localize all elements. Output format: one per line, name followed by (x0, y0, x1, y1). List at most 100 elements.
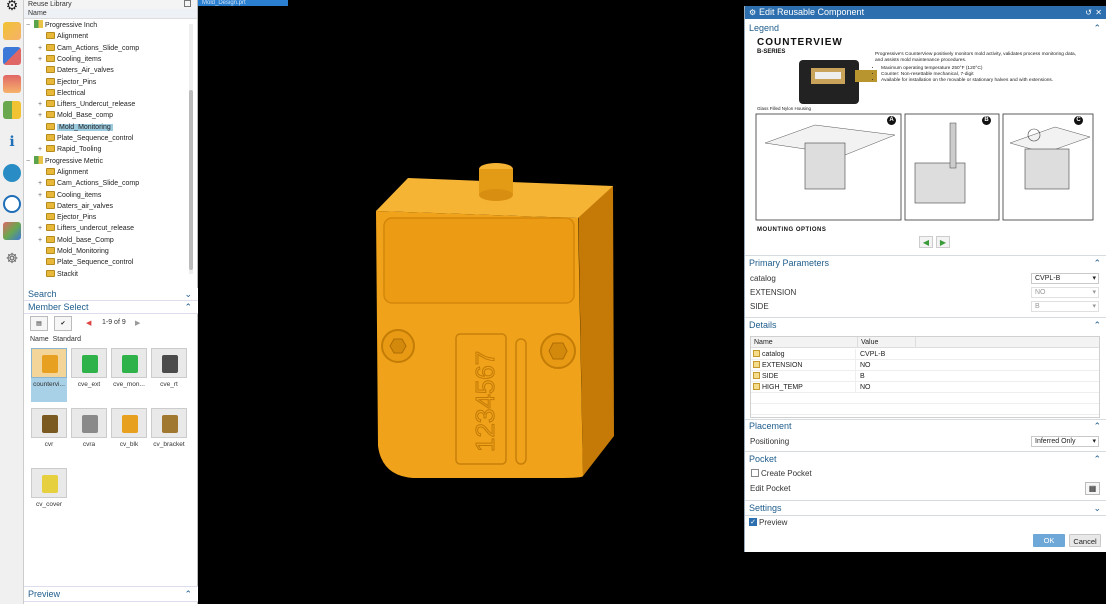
legend-section-header[interactable]: Legend ⌃ (749, 22, 1103, 34)
dropdown-arrow-icon[interactable]: ▾ (1092, 437, 1096, 447)
search-section-header[interactable]: Search ⌄ (24, 288, 198, 301)
expand-toggle-icon[interactable]: − (26, 20, 34, 31)
web-browser-icon[interactable]: ℹ (3, 132, 21, 150)
preview-section-header[interactable]: Preview ⌃ (24, 586, 198, 602)
tree-item[interactable]: Daters_air_valves (38, 201, 113, 212)
library-scrollbar[interactable] (189, 24, 193, 274)
chevron-up-icon[interactable]: ⌃ (184, 301, 192, 314)
member-thumbnail[interactable]: cv_bracket (151, 408, 187, 462)
tree-item[interactable]: + Mold_base_Comp (38, 235, 114, 246)
member-thumbnail[interactable]: cvr (31, 408, 67, 462)
tree-item[interactable]: − Progressive Metric (26, 155, 103, 167)
expand-toggle-icon[interactable]: + (38, 178, 46, 189)
pocket-section-header[interactable]: Pocket ⌃ (749, 453, 1103, 465)
tree-item[interactable]: + Lifters_undercut_release (38, 223, 134, 234)
expand-toggle-icon[interactable]: + (38, 99, 46, 110)
history-clock-icon[interactable] (3, 195, 21, 213)
details-section-header[interactable]: Details ⌃ (749, 319, 1103, 331)
cancel-button[interactable]: Cancel (1069, 534, 1101, 547)
assembly-navigator-icon[interactable] (3, 22, 21, 40)
details-row[interactable] (751, 404, 1099, 415)
details-row[interactable] (751, 393, 1099, 404)
tree-item[interactable]: Ejector_Pins (38, 77, 96, 88)
details-row[interactable]: HIGH_TEMP NO (751, 382, 1099, 393)
positioning-select[interactable]: Inferred Only ▾ (1031, 436, 1099, 447)
reset-icon[interactable]: ↺ (1085, 6, 1092, 19)
edit-pocket-table-icon[interactable]: ▦ (1085, 482, 1100, 495)
tree-item[interactable]: Ejector_Pins (38, 212, 96, 223)
placement-section-header[interactable]: Placement ⌃ (749, 420, 1103, 432)
chevron-up-icon[interactable]: ⌃ (1093, 257, 1101, 269)
details-row[interactable]: EXTENSION NO (751, 360, 1099, 371)
view-mode-icon[interactable]: ▤ (30, 316, 48, 331)
ok-button[interactable]: OK (1033, 534, 1065, 547)
tree-item[interactable]: − Progressive Inch (26, 20, 97, 31)
expand-toggle-icon[interactable]: + (38, 110, 46, 121)
tree-item[interactable]: Plate_Sequence_control (38, 133, 133, 144)
member-thumbnail[interactable]: countervi... (31, 348, 67, 402)
member-thumbnail[interactable]: cv_cover (31, 468, 67, 522)
tree-item[interactable]: Mold_Monitoring (38, 246, 109, 257)
expand-toggle-icon[interactable]: + (38, 43, 46, 54)
prev-page-icon[interactable]: ◀ (86, 319, 91, 327)
next-page-icon[interactable]: ▶ (135, 319, 140, 327)
visualization-palette-icon[interactable] (3, 222, 21, 240)
close-icon[interactable]: ✕ (1095, 6, 1102, 19)
tree-item[interactable]: Plate_Sequence_control (38, 257, 133, 268)
tree-item[interactable]: + Cooling_items (38, 54, 101, 65)
tree-item[interactable]: Mold_Monitoring (38, 122, 113, 133)
member-thumbnail[interactable]: cvra (71, 408, 107, 462)
filter-icon[interactable]: ✔ (54, 316, 72, 331)
tree-item[interactable]: Electrical (38, 88, 85, 99)
tree-item[interactable]: + Cam_Actions_Slide_comp (38, 178, 139, 189)
expand-toggle-icon[interactable]: + (38, 190, 46, 201)
create-pocket-checkbox[interactable] (751, 469, 759, 477)
library-close-icon[interactable] (184, 0, 191, 7)
chevron-up-icon[interactable]: ⌃ (1093, 453, 1101, 465)
expand-toggle-icon[interactable]: + (38, 144, 46, 155)
roles-icon[interactable]: ☸ (3, 249, 21, 267)
member-thumbnail[interactable]: cv_blk (111, 408, 147, 462)
legend-next-icon[interactable]: ▶ (936, 236, 950, 248)
tree-item[interactable]: Alignment (38, 31, 88, 42)
chevron-up-icon[interactable]: ⌃ (1093, 22, 1101, 34)
dialog-gear-icon[interactable]: ⚙ (749, 6, 756, 19)
tree-item[interactable]: Stackit (38, 269, 78, 280)
expand-toggle-icon[interactable]: + (38, 54, 46, 65)
expand-toggle-icon[interactable]: + (38, 223, 46, 234)
chevron-up-icon[interactable]: ⌃ (1093, 420, 1101, 432)
member-thumbnail[interactable]: cve_mon... (111, 348, 147, 402)
chevron-down-icon[interactable]: ⌄ (1093, 502, 1101, 514)
tree-item[interactable]: + Cooling_items (38, 190, 101, 201)
chevron-up-icon[interactable]: ⌃ (1093, 319, 1101, 331)
settings-gear-icon[interactable]: ⚙ (3, 0, 21, 14)
counterview-part-model[interactable]: 1234567 (198, 6, 744, 604)
member-thumbnail[interactable]: cve_rt (151, 348, 187, 402)
tree-item[interactable]: Daters_Air_valves (38, 65, 114, 76)
member-thumbnail[interactable]: cve_ext (71, 348, 107, 402)
primary-parameters-header[interactable]: Primary Parameters ⌃ (749, 257, 1103, 269)
chevron-up-icon[interactable]: ⌃ (184, 587, 192, 602)
details-row[interactable]: SIDE B (751, 371, 1099, 382)
chevron-down-icon[interactable]: ⌄ (184, 288, 192, 301)
details-row[interactable]: catalog CVPL-B (751, 349, 1099, 360)
tree-item[interactable]: + Mold_Base_comp (38, 110, 113, 121)
scrollbar-thumb[interactable] (189, 90, 193, 270)
tree-item[interactable]: + Rapid_Tooling (38, 144, 101, 155)
expand-toggle-icon[interactable]: − (26, 156, 34, 167)
expand-toggle-icon[interactable]: + (38, 235, 46, 246)
part-navigator-icon[interactable] (3, 75, 21, 93)
settings-section-header[interactable]: Settings ⌄ (749, 502, 1103, 514)
constraint-navigator-icon[interactable] (3, 47, 21, 65)
parameter-select[interactable]: CVPL-B ▾ (1031, 273, 1099, 284)
dropdown-arrow-icon[interactable]: ▾ (1092, 274, 1096, 284)
tree-item[interactable]: + Lifters_Undercut_release (38, 99, 135, 110)
legend-prev-icon[interactable]: ◀ (919, 236, 933, 248)
member-select-section-header[interactable]: Member Select ⌃ (24, 301, 198, 314)
tree-item[interactable]: + Cam_Actions_Slide_comp (38, 43, 139, 54)
process-studio-icon[interactable] (3, 164, 21, 182)
tree-item[interactable]: Alignment (38, 167, 88, 178)
reuse-library-icon[interactable] (3, 101, 21, 119)
preview-checkbox[interactable]: ✓ (749, 518, 757, 526)
graphics-viewport[interactable]: 1234567 (198, 6, 744, 604)
